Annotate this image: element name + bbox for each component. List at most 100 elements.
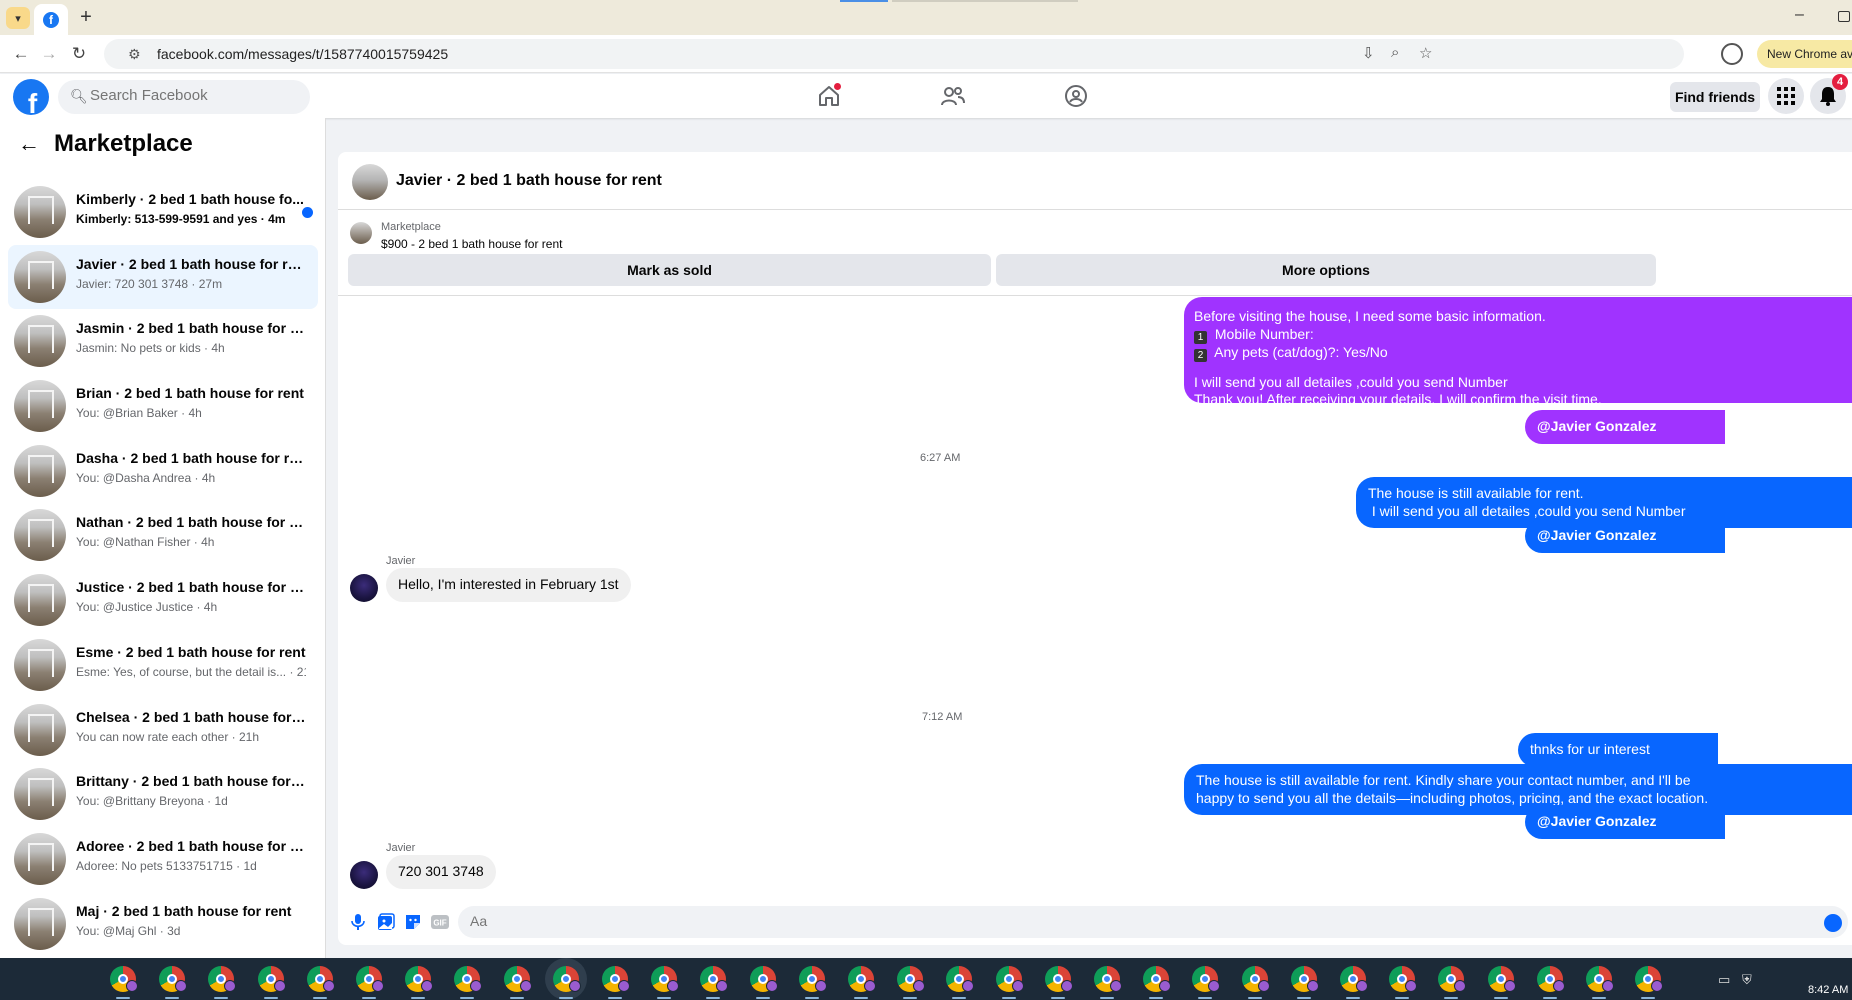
chrome-profile-taskbar-icon[interactable] — [897, 966, 926, 999]
chrome-profile-taskbar-icon[interactable] — [208, 966, 237, 999]
chrome-profile-taskbar-icon[interactable] — [946, 966, 975, 999]
chrome-profile-taskbar-icon[interactable] — [356, 966, 384, 999]
conversation-item[interactable]: Brittany · 2 bed 1 bath house for re... Y… — [8, 762, 318, 827]
conversation-item[interactable]: Kimberly · 2 bed 1 bath house fo... Kimbe… — [8, 180, 318, 245]
conversation-item[interactable]: Brian · 2 bed 1 bath house for rent You: … — [8, 374, 318, 439]
message-input[interactable] — [470, 913, 1770, 929]
conversation-item[interactable]: Esme · 2 bed 1 bath house for rent Esme: … — [8, 633, 318, 698]
chrome-profile-taskbar-icon[interactable] — [749, 966, 778, 999]
sender-avatar[interactable] — [350, 861, 378, 889]
search-input[interactable] — [90, 87, 300, 104]
mention-message[interactable]: @Javier Gonzalez — [1525, 805, 1725, 839]
taskbar-clock[interactable]: 8:42 AM — [1808, 984, 1848, 996]
listing-price[interactable]: $900 - 2 bed 1 bath house for rent — [381, 237, 562, 251]
find-friends-button[interactable]: Find friends — [1670, 82, 1760, 112]
chat-title[interactable]: Javier · 2 bed 1 bath house for rent — [396, 172, 662, 190]
conversation-item[interactable]: Chelsea · 2 bed 1 bath house for re... Yo… — [8, 698, 318, 763]
chrome-profile-taskbar-icon[interactable] — [1487, 966, 1516, 999]
mark-as-sold-button[interactable]: Mark as sold — [348, 254, 991, 286]
chrome-profile-taskbar-icon[interactable] — [1241, 966, 1270, 999]
chrome-profile-taskbar-icon[interactable] — [110, 966, 138, 999]
tray-security-icon[interactable]: ⛨ — [1742, 972, 1752, 988]
chrome-profile-taskbar-icon[interactable] — [995, 966, 1024, 999]
facebook-logo-icon[interactable]: f — [13, 79, 49, 115]
mention-message[interactable]: @Javier Gonzalez — [1525, 519, 1725, 553]
microphone-icon[interactable] — [348, 912, 368, 932]
chat-avatar[interactable] — [352, 164, 388, 200]
chrome-profile-taskbar-icon[interactable] — [1586, 966, 1614, 999]
chrome-profile-taskbar-icon[interactable] — [798, 966, 827, 999]
facebook-search[interactable]: 🔍︎ — [58, 80, 310, 114]
chrome-profile-taskbar-icon[interactable] — [503, 966, 532, 999]
chrome-profile-taskbar-icon[interactable] — [1389, 966, 1418, 999]
minimize-button[interactable]: – — [1795, 6, 1804, 24]
sticker-icon[interactable] — [403, 912, 423, 932]
conversation-item[interactable]: Javier · 2 bed 1 bath house for rent Javi… — [8, 244, 318, 310]
new-tab-button[interactable]: + — [76, 6, 96, 29]
sender-avatar[interactable] — [350, 574, 378, 602]
chrome-profile-taskbar-icon[interactable] — [1044, 966, 1073, 999]
running-indicator — [460, 997, 475, 999]
back-arrow-icon[interactable]: ← — [18, 131, 40, 157]
chrome-profile-taskbar-icon[interactable] — [257, 966, 286, 999]
conversation-item[interactable]: Jasmin · 2 bed 1 bath house for rent Jasm… — [8, 309, 318, 374]
chrome-profile-taskbar-icon[interactable] — [1536, 966, 1565, 999]
photo-icon[interactable] — [376, 912, 396, 932]
mention-message[interactable]: @Javier Gonzalez — [1525, 410, 1725, 444]
conversation-item[interactable]: Maj · 2 bed 1 bath house for rent You: @M… — [8, 892, 318, 957]
chrome-profile-taskbar-icon[interactable] — [1192, 966, 1221, 999]
forward-arrow-icon[interactable]: → — [38, 43, 60, 65]
chrome-profile-taskbar-icon[interactable] — [1340, 966, 1368, 999]
emoji-icon[interactable] — [1824, 914, 1842, 932]
conversation-item[interactable]: Dasha · 2 bed 1 bath house for rent You: … — [8, 439, 318, 504]
friends-icon[interactable] — [938, 82, 968, 110]
chrome-profile-taskbar-icon[interactable] — [1143, 966, 1172, 999]
chrome-profile-taskbar-icon[interactable] — [602, 966, 630, 999]
message-input-box[interactable] — [458, 906, 1848, 938]
outgoing-message[interactable]: thnks for ur interest — [1518, 733, 1718, 767]
incoming-message[interactable]: Hello, I'm interested in February 1st — [386, 568, 631, 602]
chrome-profile-taskbar-icon[interactable] — [1290, 966, 1319, 999]
bookmark-star-icon[interactable]: ☆ — [1419, 44, 1432, 62]
new-chrome-available-button[interactable]: New Chrome av — [1757, 40, 1852, 68]
chrome-profile-taskbar-icon[interactable] — [552, 966, 581, 999]
browser-tab-facebook[interactable]: f — [34, 4, 68, 35]
chrome-profile-taskbar-icon[interactable] — [848, 966, 876, 999]
more-options-button[interactable]: More options — [996, 254, 1656, 286]
chrome-profile-taskbar-icon[interactable] — [306, 966, 335, 999]
listing-avatar — [14, 509, 66, 562]
conversation-item[interactable]: Nathan · 2 bed 1 bath house for rent You:… — [8, 503, 318, 568]
outgoing-message[interactable]: The house is still available for rent. K… — [1184, 764, 1852, 815]
svg-text:GIF: GIF — [433, 919, 446, 928]
chrome-profile-taskbar-icon[interactable] — [651, 966, 680, 999]
chrome-profile-taskbar-icon[interactable] — [159, 966, 188, 999]
groups-icon[interactable] — [1061, 82, 1091, 110]
home-icon[interactable] — [814, 82, 844, 110]
chrome-profile-taskbar-icon[interactable] — [1438, 966, 1467, 999]
chrome-profile-taskbar-icon[interactable] — [1635, 966, 1664, 999]
back-arrow-icon[interactable]: ← — [10, 43, 32, 65]
install-app-icon[interactable]: ⇩ — [1362, 44, 1375, 62]
restore-window-button[interactable] — [1838, 11, 1850, 22]
url-text[interactable]: facebook.com/messages/t/1587740015759425 — [157, 46, 448, 62]
tray-device-icon[interactable]: ▭ — [1718, 972, 1730, 988]
conversation-item[interactable]: Justice · 2 bed 1 bath house for rent You… — [8, 568, 318, 633]
menu-grid-icon[interactable] — [1768, 78, 1804, 114]
listing-thumbnail[interactable] — [350, 222, 372, 244]
chrome-profile-taskbar-icon[interactable] — [405, 966, 434, 999]
address-bar[interactable]: ⚙ facebook.com/messages/t/15877400157594… — [104, 39, 1684, 69]
reload-icon[interactable]: ↻ — [68, 43, 90, 65]
tab-search-dropdown[interactable]: ▾ — [6, 7, 30, 29]
gif-icon[interactable]: GIF — [430, 912, 450, 932]
outgoing-message[interactable]: Before visiting the house, I need some b… — [1184, 297, 1852, 407]
profile-icon[interactable] — [1721, 43, 1743, 65]
zoom-icon[interactable]: ⌕ — [1391, 44, 1399, 61]
chrome-profile-taskbar-icon[interactable] — [454, 966, 483, 999]
chrome-profile-taskbar-icon[interactable] — [1094, 966, 1122, 999]
incoming-message[interactable]: 720 301 3748 — [386, 855, 496, 889]
site-info-icon[interactable]: ⚙ — [128, 46, 141, 63]
conversation-item[interactable]: Adoree · 2 bed 1 bath house for rent Ador… — [8, 827, 318, 892]
chrome-profile-taskbar-icon[interactable] — [700, 966, 729, 999]
listing-label: Marketplace — [381, 221, 441, 233]
notifications-bell-icon[interactable]: 4 — [1810, 74, 1848, 114]
